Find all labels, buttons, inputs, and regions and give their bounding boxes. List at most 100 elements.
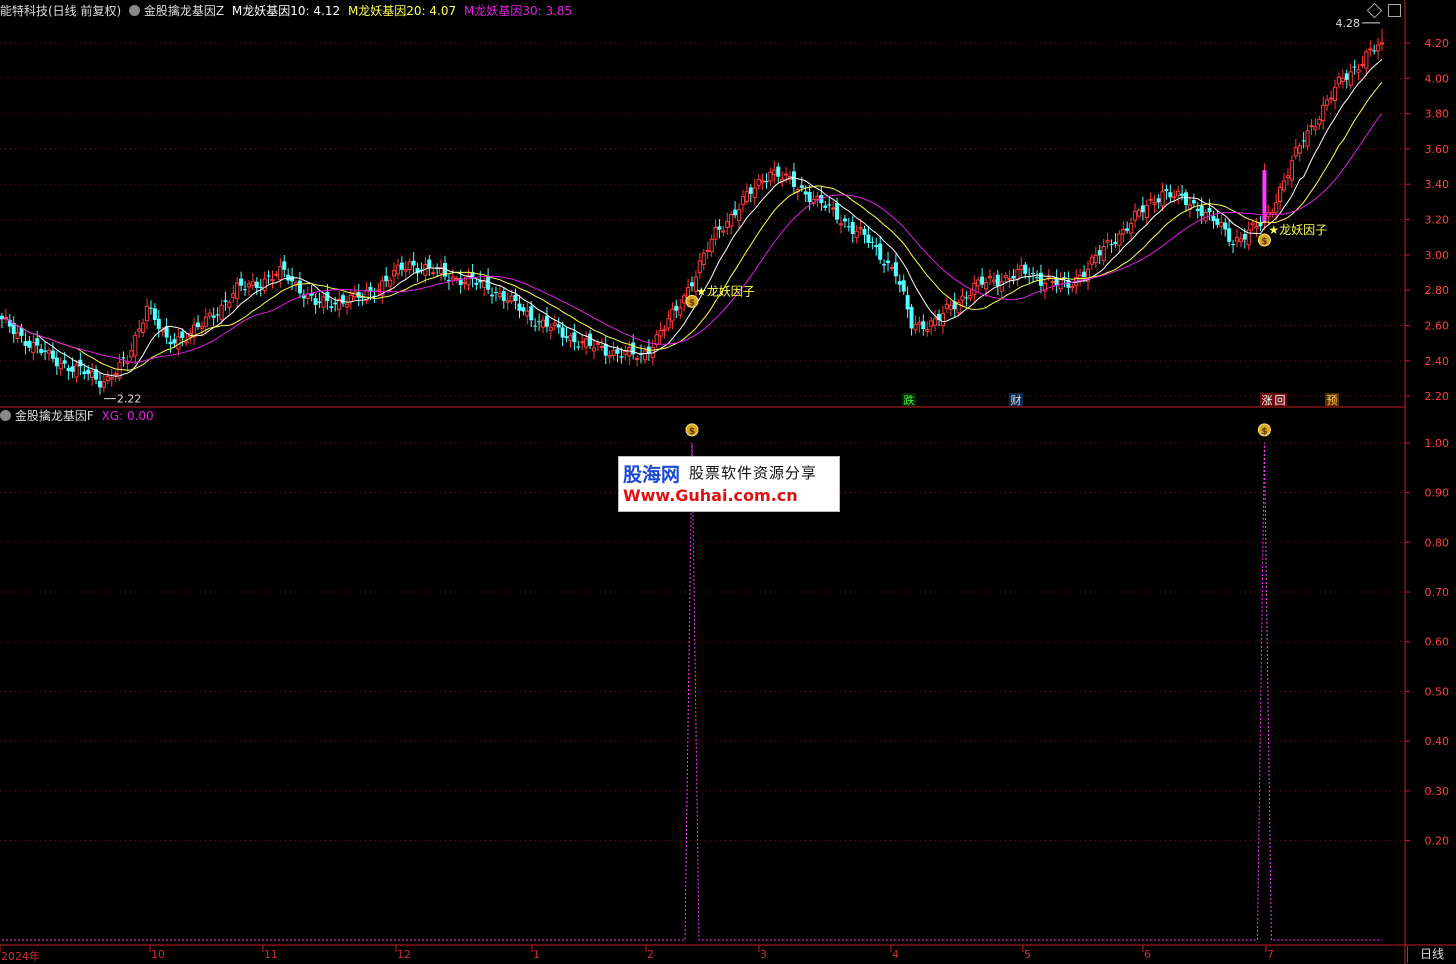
- candle-body[interactable]: [1223, 222, 1228, 230]
- candle-body[interactable]: [82, 371, 87, 375]
- candle-body[interactable]: [109, 377, 114, 380]
- candle-body[interactable]: [662, 328, 667, 331]
- candle-body[interactable]: [1293, 147, 1298, 157]
- candle-body[interactable]: [278, 266, 283, 281]
- candle-body[interactable]: [144, 305, 150, 322]
- candle-body[interactable]: [1305, 130, 1310, 147]
- candle-body[interactable]: [736, 209, 742, 221]
- candle-body[interactable]: [932, 318, 938, 326]
- candle-body[interactable]: [376, 289, 381, 292]
- candle-body[interactable]: [1136, 209, 1142, 217]
- candle-body[interactable]: [1089, 256, 1095, 265]
- candle-body[interactable]: [521, 307, 526, 312]
- candle-body[interactable]: [866, 234, 871, 243]
- candle-body[interactable]: [874, 245, 879, 248]
- candle-body[interactable]: [39, 349, 44, 353]
- candle-body[interactable]: [454, 277, 459, 280]
- candle-body[interactable]: [1301, 140, 1306, 142]
- candle-body[interactable]: [1285, 175, 1291, 179]
- candle-body[interactable]: [760, 180, 765, 183]
- candle-body[interactable]: [552, 322, 557, 326]
- candle-body[interactable]: [50, 350, 55, 359]
- candle-body[interactable]: [1254, 225, 1259, 229]
- candle-body[interactable]: [1125, 228, 1130, 231]
- candle-body[interactable]: [791, 171, 796, 187]
- candle-body[interactable]: [152, 308, 157, 320]
- candle-body[interactable]: [27, 340, 32, 348]
- candle-body[interactable]: [431, 272, 436, 275]
- candle-body[interactable]: [940, 313, 946, 326]
- candle-body[interactable]: [854, 230, 859, 239]
- candle-body[interactable]: [195, 322, 200, 328]
- candle-body[interactable]: [407, 261, 412, 270]
- candle-body[interactable]: [274, 273, 279, 276]
- candle-body[interactable]: [86, 369, 91, 374]
- candle-body[interactable]: [635, 358, 640, 361]
- candle-body[interactable]: [121, 357, 126, 359]
- candle-body[interactable]: [1199, 205, 1204, 216]
- candle-body[interactable]: [533, 325, 538, 327]
- candle-body[interactable]: [66, 368, 71, 372]
- candle-body[interactable]: [1344, 73, 1349, 80]
- candle-body[interactable]: [995, 274, 1000, 287]
- candle-body[interactable]: [125, 361, 130, 365]
- candle-body[interactable]: [580, 341, 585, 344]
- candle-body[interactable]: [850, 222, 855, 235]
- candle-body[interactable]: [729, 214, 734, 227]
- candle-body[interactable]: [725, 221, 730, 228]
- candle-body[interactable]: [1227, 228, 1232, 242]
- candle-body[interactable]: [270, 278, 275, 282]
- candle-body[interactable]: [74, 364, 79, 378]
- candle-body[interactable]: [1007, 277, 1012, 280]
- candle-body[interactable]: [697, 260, 702, 274]
- candle-body[interactable]: [254, 281, 259, 288]
- candle-body[interactable]: [58, 363, 63, 370]
- candle-body[interactable]: [348, 294, 354, 303]
- candle-body[interactable]: [286, 274, 291, 281]
- candle-body[interactable]: [384, 275, 389, 282]
- candle-body[interactable]: [1238, 238, 1243, 243]
- candle-body[interactable]: [250, 281, 255, 286]
- collapse-icon[interactable]: [129, 5, 141, 16]
- candle-body[interactable]: [486, 275, 491, 290]
- candle-body[interactable]: [560, 327, 565, 338]
- candle-body[interactable]: [1321, 104, 1326, 122]
- candle-body[interactable]: [827, 204, 832, 206]
- candle-body[interactable]: [682, 295, 687, 304]
- candle-body[interactable]: [341, 295, 346, 304]
- candle-body[interactable]: [1152, 202, 1157, 205]
- candle-body[interactable]: [599, 345, 604, 348]
- candle-body[interactable]: [964, 297, 969, 299]
- candle-body[interactable]: [207, 312, 212, 317]
- candle-body[interactable]: [1172, 196, 1177, 199]
- candle-body[interactable]: [329, 306, 334, 308]
- candle-body[interactable]: [1372, 50, 1377, 52]
- candle-body[interactable]: [1105, 239, 1110, 243]
- candle-body[interactable]: [313, 298, 318, 305]
- candle-body[interactable]: [948, 305, 953, 310]
- candle-body[interactable]: [321, 296, 326, 308]
- candle-body[interactable]: [31, 342, 36, 354]
- candle-body[interactable]: [709, 238, 714, 253]
- candle-body[interactable]: [623, 351, 628, 355]
- candle-body[interactable]: [921, 321, 926, 330]
- candle-body[interactable]: [1129, 222, 1134, 234]
- candle-body[interactable]: [960, 295, 965, 301]
- candle-body[interactable]: [1195, 208, 1200, 211]
- candle-body[interactable]: [1121, 229, 1126, 235]
- candle-body[interactable]: [1093, 254, 1098, 263]
- candle-body[interactable]: [105, 376, 110, 382]
- candle-body[interactable]: [1144, 204, 1149, 218]
- candle-body[interactable]: [991, 279, 996, 283]
- candle-body[interactable]: [113, 373, 118, 376]
- candle-body[interactable]: [1348, 71, 1353, 86]
- candle-body[interactable]: [23, 341, 28, 346]
- candle-body[interactable]: [740, 196, 746, 205]
- candle-body[interactable]: [90, 371, 95, 378]
- candle-body[interactable]: [1211, 215, 1216, 222]
- candle-body[interactable]: [1376, 44, 1381, 52]
- candle-body[interactable]: [203, 316, 208, 327]
- candle-body[interactable]: [1297, 145, 1302, 154]
- candle-body[interactable]: [1360, 63, 1365, 66]
- candle-body[interactable]: [658, 329, 663, 337]
